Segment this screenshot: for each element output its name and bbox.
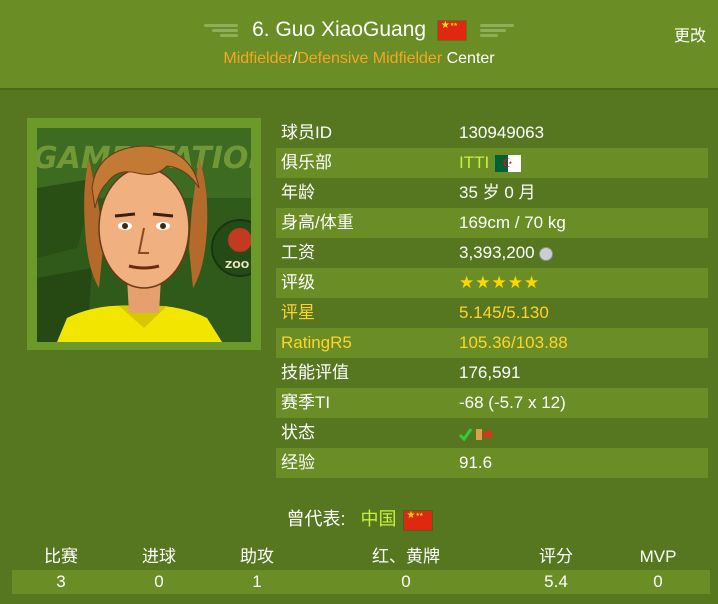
skill-index-value: 176,591: [459, 363, 521, 382]
info-row-ratingr5: RatingR5 105.36/103.88: [276, 328, 708, 358]
player-portrait-frame: GAMESTATION ZOO: [27, 118, 261, 350]
info-key: RatingR5: [281, 333, 352, 352]
stat-header-mvp: MVP: [639, 547, 677, 566]
player-name: 6. Guo XiaoGuang: [252, 18, 427, 41]
info-key: 评级: [281, 273, 315, 292]
info-row-age: 年龄 35 岁 0 月: [276, 178, 708, 208]
info-row-star-rating: 评星 5.145/5.130: [276, 298, 708, 328]
china-flag-icon: [403, 510, 432, 530]
age-value: 35 岁 0 月: [459, 183, 536, 202]
info-key: 状态: [281, 423, 315, 442]
info-key: 身高/体重: [281, 213, 354, 232]
stats-header-row: 比赛 进球 助攻 红、黄牌 评分 MVP: [12, 544, 710, 570]
info-row-skill-index: 技能评值 176,591: [276, 358, 708, 388]
position-side: Center: [446, 50, 495, 67]
player-header: 6. Guo XiaoGuang 更改 Midfielder/Defensive…: [0, 0, 718, 90]
stat-header-matches: 比赛: [44, 547, 78, 566]
info-key: 球员ID: [281, 123, 332, 142]
position-primary: Midfielder: [223, 50, 293, 67]
coin-icon: [538, 246, 553, 261]
stat-value-mvp: 0: [653, 572, 663, 591]
player-portrait: GAMESTATION ZOO: [37, 128, 251, 342]
wage-value: 3,393,200: [459, 243, 535, 262]
stat-header-goals: 进球: [142, 547, 176, 566]
info-key: 俱乐部: [281, 153, 332, 172]
ratingr5-value: 105.36/103.88: [459, 333, 568, 352]
player-position: Midfielder/Defensive Midfielder Center: [0, 50, 718, 68]
info-row-id: 球员ID 130949063: [276, 118, 708, 148]
stats-value-row: 3 0 1 0 5.4 0: [12, 570, 710, 594]
info-key: 赛季TI: [281, 393, 331, 412]
represented-country-link[interactable]: 中国: [361, 509, 397, 529]
edit-button[interactable]: 更改: [674, 22, 706, 46]
info-key: 技能评值: [281, 363, 349, 382]
info-row-wage: 工资 3,393,200: [276, 238, 708, 268]
right-wing-decoration: [479, 24, 514, 38]
info-key: 经验: [281, 453, 315, 472]
info-row-height-weight: 身高/体重 169cm / 70 kg: [276, 208, 708, 238]
represented-nation: 曾代表: 中国: [0, 505, 718, 531]
experience-value: 91.6: [459, 453, 493, 472]
player-title: 6. Guo XiaoGuang: [0, 18, 718, 42]
stat-header-cards: 红、黄牌: [372, 547, 440, 566]
info-row-status: 状态: [276, 418, 708, 448]
stat-value-matches: 3: [56, 572, 66, 591]
club-link[interactable]: ITTI: [459, 153, 489, 172]
info-key: 年龄: [281, 183, 315, 202]
height-weight-value: 169cm / 70 kg: [459, 213, 566, 232]
china-flag-icon: [437, 20, 466, 40]
star-rating-value: 5.145/5.130: [459, 303, 549, 322]
algeria-flag-icon: [495, 155, 522, 173]
player-id-value: 130949063: [459, 123, 545, 142]
season-ti-value: -68 (-5.7 x 12): [459, 393, 566, 412]
status-icons: [458, 418, 495, 448]
player-info-table: 球员ID 130949063 俱乐部 ITTI 年龄 35 岁 0 月 身高/体…: [276, 118, 708, 478]
stat-value-goals: 0: [154, 572, 164, 591]
info-key: 评星: [281, 303, 315, 322]
player-face-illustration: GAMESTATION ZOO: [37, 128, 251, 342]
arrow-right-icon: [483, 428, 493, 440]
sponsor-text: ZOO: [225, 260, 249, 271]
info-row-rating: 评级 ★★★★★: [276, 268, 708, 298]
stat-value-cards: 0: [401, 572, 411, 591]
info-row-experience: 经验 91.6: [276, 448, 708, 478]
info-row-season-ti: 赛季TI -68 (-5.7 x 12): [276, 388, 708, 418]
card-icon: [476, 428, 482, 440]
info-row-club: 俱乐部 ITTI: [276, 148, 708, 178]
career-stats: 比赛 进球 助攻 红、黄牌 评分 MVP 3 0 1 0 5.4 0: [12, 544, 710, 594]
status-icon-group: [458, 427, 493, 441]
stat-header-rating: 评分: [539, 547, 573, 566]
stat-value-rating: 5.4: [544, 572, 568, 591]
rating-stars-icon: ★★★★★: [459, 273, 541, 292]
left-wing-decoration: [204, 24, 239, 38]
stat-value-assists: 1: [252, 572, 262, 591]
stat-header-assists: 助攻: [240, 547, 274, 566]
healthy-check-icon: [458, 427, 473, 441]
info-key: 工资: [281, 243, 315, 262]
represented-label: 曾代表:: [286, 509, 346, 529]
position-secondary: Defensive Midfielder: [297, 50, 443, 67]
